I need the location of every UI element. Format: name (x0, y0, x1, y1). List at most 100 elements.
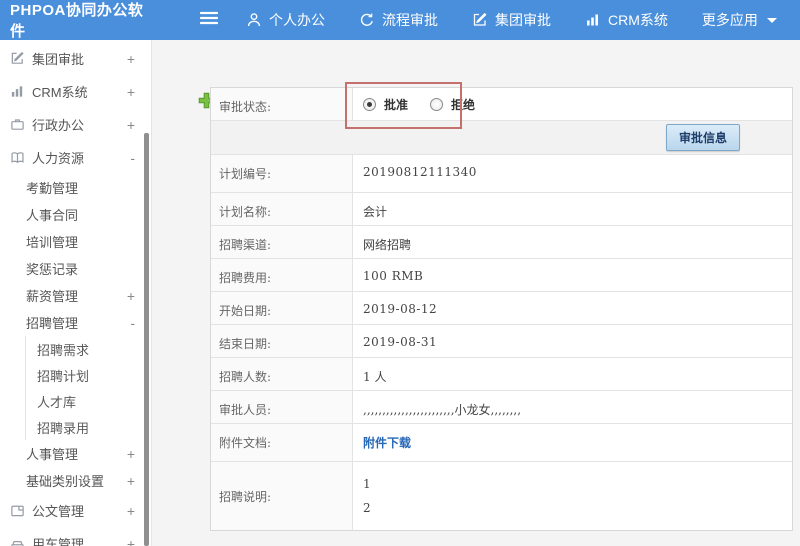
sidebar-item-label: 基础类别设置 (26, 474, 105, 489)
row-label: 招聘渠道: (211, 226, 353, 258)
approval-button-row: 审批信息 (211, 121, 792, 155)
sidebar-item-label: 招聘需求 (37, 342, 90, 358)
approval-info-button[interactable]: 审批信息 (665, 124, 740, 151)
edit-icon (472, 12, 488, 28)
nav-process-approval[interactable]: 流程审批 (359, 10, 438, 30)
table-row: 招聘费用: 100 RMB (211, 259, 792, 292)
expand-icon[interactable]: + (127, 503, 135, 519)
sidebar-item-vehicle[interactable]: 用车管理 + (0, 527, 151, 546)
top-navigation: 个人办公 流程审批 集团审批 CRM系统 更多应用 (246, 10, 777, 30)
radio-reject-label: 拒绝 (451, 98, 476, 112)
approvers-value: ,,,,,,,,,,,,,,,,,,,,,,,,小龙女,,,,,,,, (363, 403, 522, 417)
sidebar-item-label: 奖惩记录 (26, 262, 79, 277)
sidebar-item-label: 招聘管理 (26, 316, 79, 331)
row-label: 开始日期: (211, 292, 353, 324)
nav-label: 流程审批 (382, 12, 438, 28)
nav-crm-system[interactable]: CRM系统 (585, 10, 668, 30)
sidebar-item-talent-pool[interactable]: 人才库 (26, 388, 151, 414)
row-label: 招聘费用: (211, 259, 353, 291)
sidebar-item-label: 考勤管理 (26, 181, 79, 196)
nav-group-approval[interactable]: 集团审批 (472, 10, 551, 30)
table-row: 附件文档: 附件下载 (211, 424, 792, 462)
collapse-icon[interactable]: - (130, 150, 135, 166)
expand-icon[interactable]: + (127, 84, 135, 100)
table-row: 招聘说明: 1 2 (211, 462, 792, 530)
sidebar-item-base-category[interactable]: 基础类别设置 + (0, 467, 151, 494)
sidebar-item-label: 人事合同 (26, 208, 79, 223)
sidebar-scrollbar[interactable] (144, 133, 149, 546)
nav-more-apps[interactable]: 更多应用 (702, 10, 777, 30)
sidebar-item-attendance[interactable]: 考勤管理 (0, 174, 151, 201)
sidebar-item-label: 人力资源 (32, 151, 85, 166)
table-row: 计划名称: 会计 (211, 193, 792, 226)
menu-toggle-button[interactable] (199, 11, 219, 30)
row-label: 计划编号: (211, 155, 353, 192)
sidebar-item-recruit-demand[interactable]: 招聘需求 (26, 336, 151, 362)
expand-icon[interactable]: + (127, 446, 135, 462)
nav-personal-office[interactable]: 个人办公 (246, 10, 325, 30)
hamburger-icon (199, 11, 219, 30)
nav-label: 集团审批 (495, 12, 551, 28)
recruit-cost-value: 100 RMB (363, 269, 424, 283)
sidebar-item-label: 招聘计划 (37, 368, 90, 384)
row-label: 附件文档: (211, 424, 353, 461)
sidebar-item-recruit-hire[interactable]: 招聘录用 (26, 414, 151, 440)
recruit-note-value: 1 2 (353, 462, 792, 530)
table-row: 招聘人数: 1 人 (211, 358, 792, 391)
table-row: 开始日期: 2019-08-12 (211, 292, 792, 325)
sidebar-item-official-docs[interactable]: 公文管理 + (0, 494, 151, 527)
expand-icon[interactable]: + (127, 117, 135, 133)
attachment-download-link[interactable]: 附件下载 (363, 436, 411, 450)
expand-icon[interactable]: + (127, 473, 135, 489)
app-logo: PHPOA协同办公软件 (10, 2, 144, 40)
expand-icon[interactable]: + (127, 51, 135, 67)
process-icon (359, 12, 375, 28)
recruit-channel-value: 网络招聘 (363, 238, 412, 252)
row-value: 批准 拒绝 (353, 88, 792, 120)
row-label: 结束日期: (211, 325, 353, 357)
sidebar-item-admin-office[interactable]: 行政办公 + (0, 108, 151, 141)
sidebar-item-recruit-plan[interactable]: 招聘计划 (26, 362, 151, 388)
sidebar-item-label: 集团审批 (32, 52, 85, 67)
sidebar-item-training[interactable]: 培训管理 (0, 228, 151, 255)
nav-label: CRM系统 (608, 12, 668, 28)
sidebar-item-hr[interactable]: 人力资源 - (0, 141, 151, 174)
sidebar-item-group-approval[interactable]: 集团审批 + (0, 42, 151, 75)
sidebar-item-label: 培训管理 (26, 235, 79, 250)
briefcase-icon (10, 117, 25, 132)
topbar: PHPOA协同办公软件 个人办公 流程审批 集团审批 CRM系统 更多应用 (0, 0, 800, 40)
radio-reject[interactable] (430, 98, 444, 111)
table-row: 招聘渠道: 网络招聘 (211, 226, 792, 259)
end-date-value: 2019-08-31 (363, 335, 438, 349)
sidebar-item-salary[interactable]: 薪资管理 + (0, 282, 151, 309)
sidebar-item-label: CRM系统 (32, 85, 88, 100)
sidebar-item-crm[interactable]: CRM系统 + (0, 75, 151, 108)
main-content: 会计 招聘计划 审批状态: 批准 拒绝 审批信息 计划编号: (152, 40, 800, 546)
collapse-icon[interactable]: - (130, 315, 135, 331)
table-row: 结束日期: 2019-08-31 (211, 325, 792, 358)
sidebar: 集团审批 + CRM系统 + 行政办公 + 人力资源 - 考勤管理 人事合同 培… (0, 40, 152, 546)
row-label: 审批人员: (211, 391, 353, 423)
expand-icon[interactable]: + (127, 536, 135, 546)
sidebar-item-label: 招聘录用 (37, 420, 90, 436)
sidebar-item-label: 行政办公 (32, 118, 85, 133)
sidebar-item-personnel[interactable]: 人事管理 + (0, 440, 151, 467)
bar-chart-icon (10, 84, 25, 99)
expand-icon[interactable]: + (127, 288, 135, 304)
nav-label: 更多应用 (701, 12, 758, 28)
sidebar-item-label: 公文管理 (32, 504, 85, 519)
start-date-value: 2019-08-12 (363, 302, 438, 316)
radio-approve[interactable] (363, 98, 376, 111)
bar-chart-icon (585, 12, 601, 28)
sidebar-item-recruitment[interactable]: 招聘管理 - (0, 309, 151, 336)
book-icon (10, 150, 25, 165)
sidebar-item-label: 薪资管理 (26, 289, 79, 304)
recruitment-submenu: 招聘需求 招聘计划 人才库 招聘录用 (25, 336, 151, 440)
row-label: 招聘人数: (211, 358, 353, 390)
table-row: 计划编号: 20190812111340 (211, 155, 792, 193)
user-icon (246, 12, 262, 28)
caret-down-icon (766, 17, 777, 23)
sidebar-item-rewards[interactable]: 奖惩记录 (0, 255, 151, 282)
sidebar-item-hr-contract[interactable]: 人事合同 (0, 201, 151, 228)
edit-square-icon (10, 51, 25, 66)
